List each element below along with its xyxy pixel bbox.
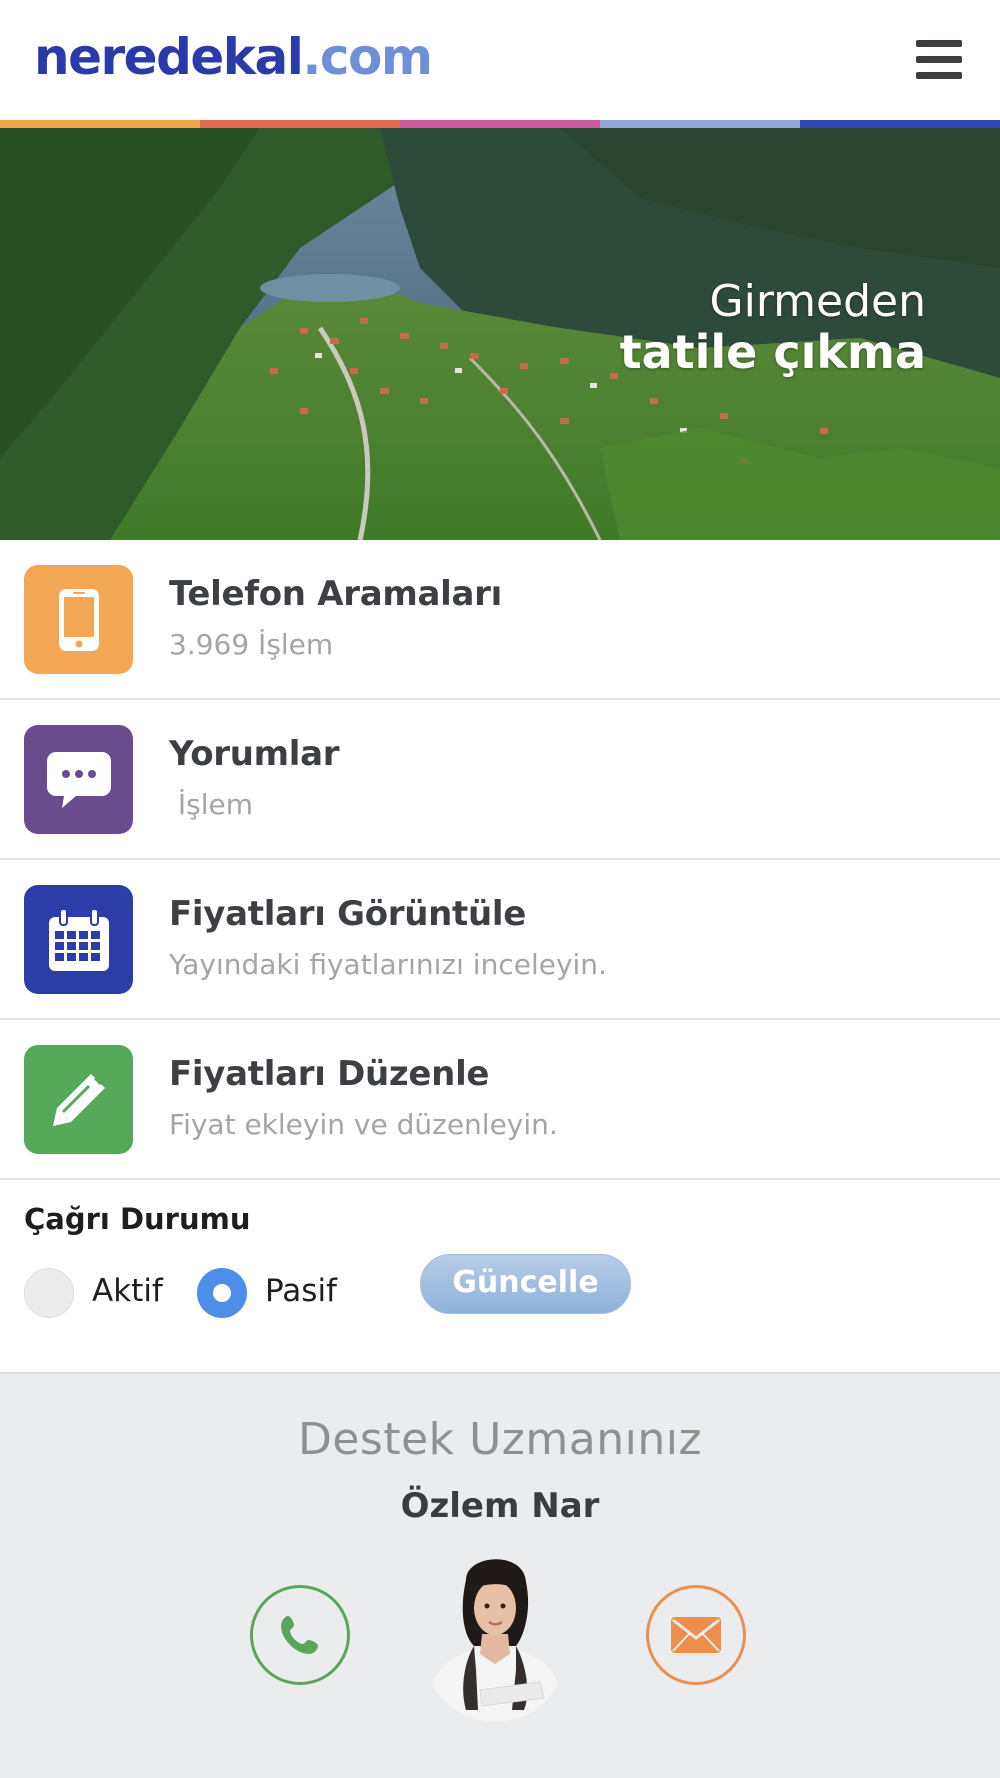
logo-brand: neredekal xyxy=(34,28,304,86)
radio-aktif[interactable] xyxy=(24,1268,74,1318)
update-button[interactable]: Güncelle xyxy=(420,1254,631,1314)
radio-aktif-label[interactable]: Aktif xyxy=(92,1273,163,1309)
color-stripe xyxy=(0,120,1000,128)
menu-item-subtitle: 3.969 İşlem xyxy=(169,628,334,661)
chat-bubble-icon xyxy=(24,725,133,834)
menu-item-reviews[interactable]: Yorumlar İşlem xyxy=(0,700,1000,860)
menu-item-phone-calls[interactable]: Telefon Aramaları 3.969 İşlem xyxy=(0,540,1000,700)
stripe-segment xyxy=(400,120,600,128)
radio-pasif-label[interactable]: Pasif xyxy=(265,1273,337,1309)
stripe-segment xyxy=(600,120,800,128)
mobile-phone-icon xyxy=(24,565,133,674)
menu-item-view-prices[interactable]: Fiyatları Görüntüle Yayındaki fiyatların… xyxy=(0,860,1000,1020)
support-title: Destek Uzmanınız xyxy=(297,1414,703,1465)
phone-icon xyxy=(281,1616,318,1654)
stripe-segment xyxy=(200,120,400,128)
hero-line-2: tatile çıkma xyxy=(619,325,926,379)
call-status-title: Çağrı Durumu xyxy=(24,1202,251,1236)
radio-pasif[interactable] xyxy=(197,1268,247,1318)
menu-item-title: Yorumlar xyxy=(169,734,340,774)
menu-item-subtitle: İşlem xyxy=(169,788,254,821)
hero-line-1: Girmeden xyxy=(709,276,926,327)
call-support-button[interactable] xyxy=(250,1585,350,1685)
hero-slogan: Girmeden tatile çıkma xyxy=(619,276,926,379)
menu-item-title: Fiyatları Düzenle xyxy=(169,1054,490,1094)
support-agent-name: Özlem Nar xyxy=(400,1486,600,1526)
calendar-icon xyxy=(24,885,133,994)
avatar xyxy=(428,1559,562,1722)
support-section: Destek Uzmanınız Özlem Nar xyxy=(0,1374,1000,1778)
email-support-button[interactable] xyxy=(646,1585,746,1685)
menu-item-edit-prices[interactable]: Fiyatları Düzenle Fiyat ekleyin ve düzen… xyxy=(0,1020,1000,1180)
logo-tld: .com xyxy=(302,28,433,86)
menu-item-subtitle: Fiyat ekleyin ve düzenleyin. xyxy=(169,1108,558,1141)
site-logo[interactable]: neredekal.com xyxy=(34,26,433,88)
menu-item-subtitle: Yayındaki fiyatlarınızı inceleyin. xyxy=(169,948,607,981)
stripe-segment xyxy=(800,120,1000,128)
hamburger-menu-icon[interactable] xyxy=(916,40,962,80)
app-header: neredekal.com xyxy=(0,0,1000,120)
envelope-icon xyxy=(671,1617,721,1653)
pencil-icon xyxy=(24,1045,133,1154)
dashboard-menu: Telefon Aramaları 3.969 İşlem Yorumlar İ… xyxy=(0,540,1000,1180)
menu-item-title: Telefon Aramaları xyxy=(169,574,502,614)
stripe-segment xyxy=(0,120,200,128)
call-status-panel: Çağrı Durumu Aktif Pasif Güncelle xyxy=(0,1180,1000,1374)
menu-item-title: Fiyatları Görüntüle xyxy=(169,894,527,934)
hero-banner: Girmeden tatile çıkma xyxy=(0,128,1000,540)
